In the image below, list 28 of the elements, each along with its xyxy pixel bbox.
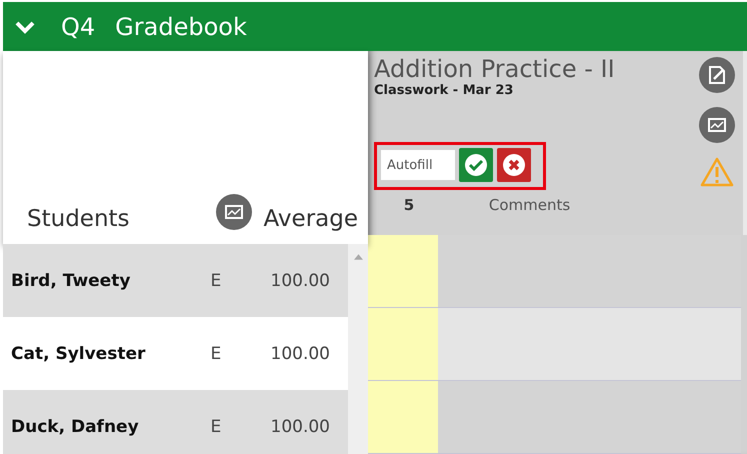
assignment-title: Addition Practice - II <box>374 55 616 83</box>
grade-cell-text: E <box>210 270 222 290</box>
score-cell[interactable] <box>368 381 438 453</box>
average-label: Average <box>264 206 358 232</box>
score-cell[interactable] <box>368 308 438 380</box>
score-cell[interactable] <box>368 235 438 307</box>
edit-icon[interactable] <box>699 57 735 93</box>
term-label: Q4 <box>61 12 96 40</box>
autofill-field[interactable]: Autofill <box>381 150 455 180</box>
cancel-button[interactable] <box>497 148 531 182</box>
chart-icon[interactable] <box>699 107 735 143</box>
grade-cell-text: E <box>210 344 222 364</box>
chevron-icon[interactable] <box>15 20 35 34</box>
gradebook-title: Gradebook <box>115 12 247 40</box>
column-header[interactable]: 5 <box>374 196 444 214</box>
student-name[interactable]: Duck, Dafney <box>11 416 211 436</box>
students-label: Students <box>27 206 131 232</box>
column-header[interactable]: Comments <box>444 196 615 214</box>
average-cell: 100.00 <box>270 344 330 364</box>
grade-cell-text: E <box>210 416 222 436</box>
average-cell: 100.00 <box>270 416 330 436</box>
average-cell: 100.00 <box>270 270 330 290</box>
confirm-button[interactable] <box>459 148 493 182</box>
student-name[interactable]: Cat, Sylvester <box>11 344 211 364</box>
assignment-subtitle: Classwork - Mar 23 <box>374 83 514 98</box>
chart-icon[interactable] <box>216 194 252 230</box>
student-name[interactable]: Bird, Tweety <box>11 270 211 290</box>
scrollbar[interactable] <box>348 244 368 454</box>
